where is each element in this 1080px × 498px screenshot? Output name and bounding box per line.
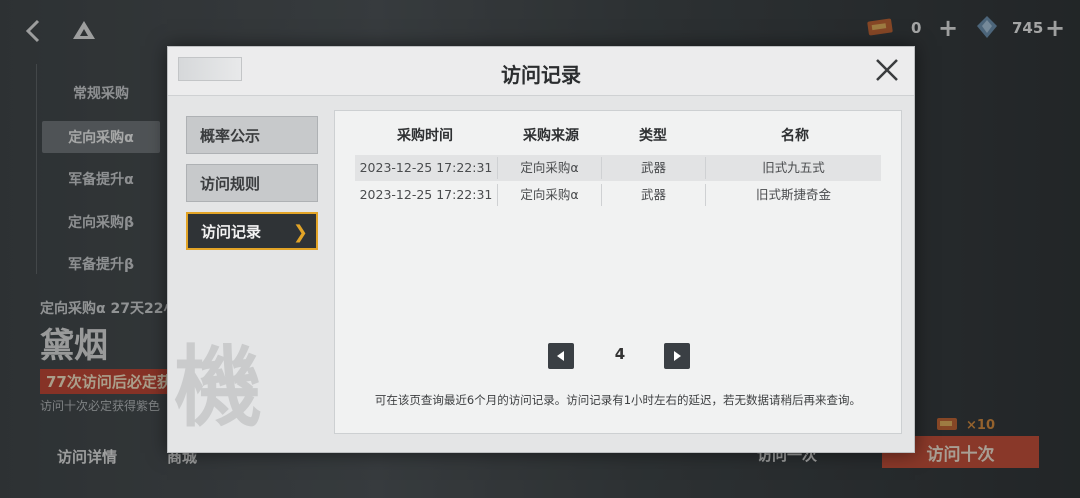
records-panel: 采购时间 采购来源 类型 名称 2023-12-25 17:22:31 定向采购… [334,110,902,434]
dialog-header: 访问记录 [168,47,914,96]
cell-name: 旧式斯捷奇金 [755,187,831,202]
chevron-right-icon: ❯ [292,222,308,243]
cell-type: 武器 [640,160,666,175]
header-time: 采购时间 [397,128,453,144]
header-name: 名称 [781,128,809,144]
cell-source: 定向采购α [520,187,579,202]
tab-label: 访问规则 [200,174,261,193]
cell-time: 2023-12-25 17:22:31 [359,160,493,175]
close-icon[interactable] [872,55,902,85]
caret-left-icon [557,351,564,361]
caret-right-icon [674,351,681,361]
cell-source: 定向采购α [520,160,579,175]
tab-records[interactable]: 访问记录 ❯ [186,212,318,250]
cell-time: 2023-12-25 17:22:31 [359,187,493,202]
prev-page-button[interactable] [548,343,574,369]
access-record-dialog: 访问记录 機 概率公示 访问规则 访问记录 ❯ 采购时间 采购来源 类型 名称 … [167,46,915,453]
next-page-button[interactable] [664,343,690,369]
cell-name: 旧式九五式 [762,160,825,175]
tab-rules[interactable]: 访问规则 [186,164,318,202]
header-source: 采购来源 [523,128,579,144]
tab-probability[interactable]: 概率公示 [186,116,318,154]
dialog-title: 访问记录 [501,63,581,87]
tab-label: 概率公示 [200,126,261,145]
page-number: 4 [614,345,626,363]
table-row: 2023-12-25 17:22:31 定向采购α 武器 旧式九五式 [355,155,881,181]
cell-type: 武器 [640,187,666,202]
tab-label: 访问记录 [201,222,262,241]
watermark-glyph: 機 [174,335,263,439]
records-note: 可在该页查询最近6个月的访问记录。访问记录有1小时左右的延迟，若无数据请稍后再来… [374,393,862,407]
table-row: 2023-12-25 17:22:31 定向采购α 武器 旧式斯捷奇金 [355,182,881,208]
header-type: 类型 [639,128,667,144]
